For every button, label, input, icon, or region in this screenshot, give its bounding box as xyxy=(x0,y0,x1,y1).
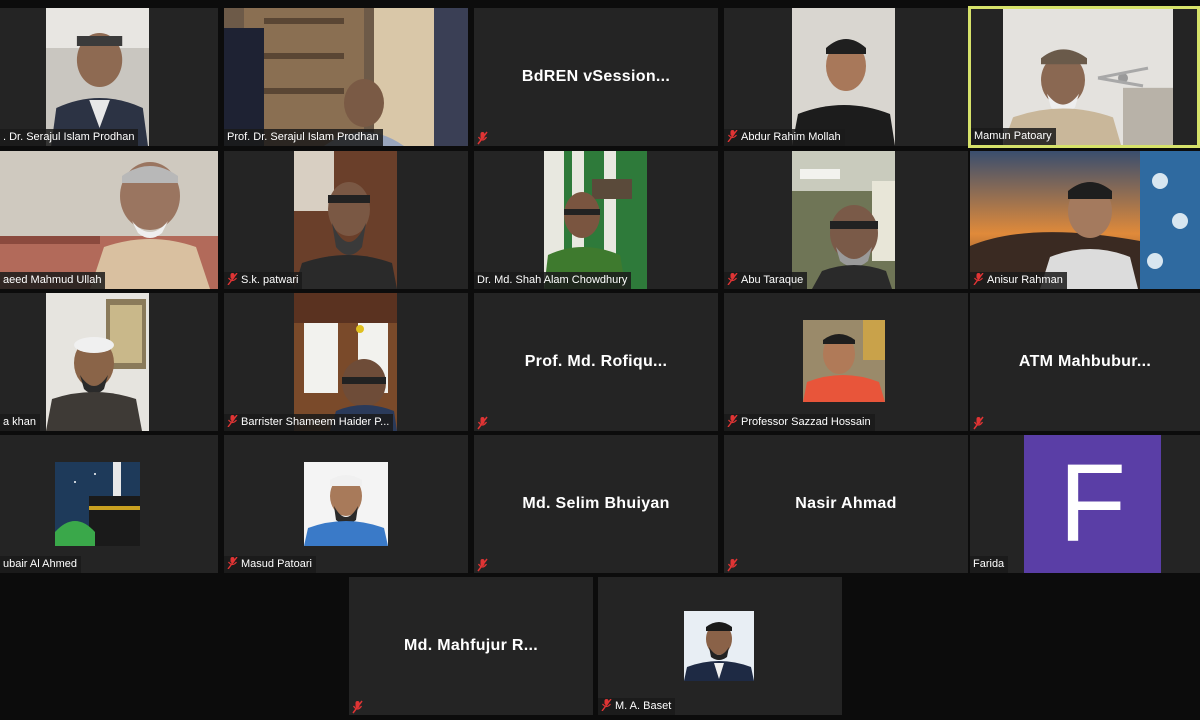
participant-display-name: Prof. Md. Rofiqu... xyxy=(524,353,668,370)
participant-name-label: Abu Taraque xyxy=(724,272,808,289)
participant-display-name: ATM Mahbubur... xyxy=(1018,353,1152,370)
participant-video xyxy=(544,151,647,289)
participant-tile[interactable]: Prof. Dr. Serajul Islam Prodhan xyxy=(224,8,468,146)
participant-video xyxy=(46,293,149,431)
participant-name-label: Professor Sazzad Hossain xyxy=(724,414,875,431)
participant-tile[interactable]: ATM Mahbubur... xyxy=(970,293,1200,431)
participant-profile-picture xyxy=(803,320,885,402)
participant-display-name: Nasir Ahmad xyxy=(795,495,897,512)
participant-video xyxy=(970,151,1200,289)
muted-mic-icon xyxy=(352,700,363,714)
participant-video xyxy=(0,151,218,289)
participant-name-label: . Dr. Serajul Islam Prodhan xyxy=(0,129,139,146)
participant-display-name: Md. Mahfujur R... xyxy=(404,637,538,654)
participant-tile[interactable]: Md. Selim Bhuiyan xyxy=(474,435,718,573)
avatar-letter: F xyxy=(1024,435,1161,573)
participant-video xyxy=(792,151,895,289)
participant-tile[interactable]: Md. Mahfujur R... xyxy=(349,577,593,715)
participant-video xyxy=(46,8,149,146)
participant-profile-picture xyxy=(304,462,388,546)
participant-name-label: Farida xyxy=(970,556,1009,573)
muted-mic-icon xyxy=(477,131,488,145)
participant-profile-picture xyxy=(684,611,754,681)
participant-tile[interactable]: M. A. Baset xyxy=(598,577,842,715)
muted-mic-icon xyxy=(477,558,488,572)
participant-display-name: BdREN vSession... xyxy=(521,68,671,85)
participant-name-label: Barrister Shameem Haider P... xyxy=(224,414,394,431)
participant-tile[interactable]: aeed Mahmud Ullah xyxy=(0,151,218,289)
participant-tile[interactable]: . Dr. Serajul Islam Prodhan xyxy=(0,8,218,146)
participant-tile[interactable]: ubair Al Ahmed xyxy=(0,435,218,573)
muted-mic-icon xyxy=(227,273,238,285)
muted-mic-icon xyxy=(227,557,238,569)
participant-name-label: M. A. Baset xyxy=(598,698,676,715)
participant-video xyxy=(1003,9,1173,145)
participant-tile-active-speaker[interactable]: Mamun Patoary xyxy=(968,6,1200,148)
participant-display-name: Md. Selim Bhuiyan xyxy=(522,495,670,512)
participant-name-label: a khan xyxy=(0,414,41,431)
participant-tile[interactable]: Barrister Shameem Haider P... xyxy=(224,293,468,431)
muted-mic-icon xyxy=(973,273,984,285)
participant-tile[interactable]: Anisur Rahman xyxy=(970,151,1200,289)
participant-tile[interactable]: S.k. patwari xyxy=(224,151,468,289)
muted-mic-icon xyxy=(727,273,738,285)
participant-name-label: S.k. patwari xyxy=(224,272,303,289)
participant-profile-picture xyxy=(55,462,140,546)
participant-video xyxy=(224,8,468,146)
participant-tile[interactable]: Masud Patoari xyxy=(224,435,468,573)
muted-mic-icon xyxy=(973,416,984,430)
participant-tile[interactable]: F Farida xyxy=(970,435,1200,573)
participant-tile[interactable]: Nasir Ahmad xyxy=(724,435,968,573)
participant-tile[interactable]: Dr. Md. Shah Alam Chowdhury xyxy=(474,151,718,289)
muted-mic-icon xyxy=(727,558,738,572)
muted-mic-icon xyxy=(477,416,488,430)
muted-mic-icon xyxy=(227,415,238,427)
participant-tile[interactable]: BdREN vSession... xyxy=(474,8,718,146)
participant-video xyxy=(792,8,895,146)
participant-tile[interactable]: Prof. Md. Rofiqu... xyxy=(474,293,718,431)
participant-name-label: ubair Al Ahmed xyxy=(0,556,81,573)
participant-name-label: Dr. Md. Shah Alam Chowdhury xyxy=(474,272,632,289)
participant-video xyxy=(294,293,397,431)
muted-mic-icon xyxy=(727,130,738,142)
participant-tile[interactable]: Abu Taraque xyxy=(724,151,968,289)
participant-name-label: Anisur Rahman xyxy=(970,272,1067,289)
participant-name-label: Masud Patoari xyxy=(224,556,316,573)
muted-mic-icon xyxy=(601,699,612,711)
participant-name-label: aeed Mahmud Ullah xyxy=(0,272,106,289)
participant-tile[interactable]: Professor Sazzad Hossain xyxy=(724,293,968,431)
participant-name-label: Abdur Rahim Mollah xyxy=(724,129,845,146)
participant-tile[interactable]: Abdur Rahim Mollah xyxy=(724,8,968,146)
participant-name-label: Prof. Dr. Serajul Islam Prodhan xyxy=(224,129,383,146)
participant-tile[interactable]: a khan xyxy=(0,293,218,431)
participant-video xyxy=(294,151,397,289)
participant-name-label: Mamun Patoary xyxy=(971,128,1056,145)
muted-mic-icon xyxy=(727,415,738,427)
